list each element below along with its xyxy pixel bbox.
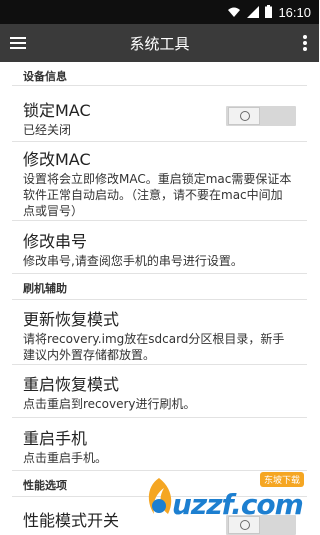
divider [12,85,307,86]
lock-mac-toggle[interactable] [226,106,296,126]
battery-icon [265,3,273,22]
divider [12,299,307,300]
divider [12,273,307,274]
divider [12,220,307,221]
divider [12,417,307,418]
status-bar: 16:10 [0,0,319,24]
settings-list: 设备信息 锁定MAC 已经关闭 修改MAC 设置将会立即修改MAC。重启锁定ma… [0,62,319,535]
watermark-logo-icon [142,476,176,522]
reboot-recovery-title: 重启恢复模式 [23,375,120,394]
modify-mac-title: 修改MAC [23,150,91,169]
section-header-device-info: 设备信息 [23,70,67,83]
signal-icon [247,3,260,22]
watermark-badge: 东坡下载 [260,472,305,487]
reboot-phone-subtitle: 点击重启手机。 [23,451,108,465]
watermark: uzzf.com 东坡下载 [142,470,310,530]
reboot-recovery-subtitle: 点击重启到recovery进行刷机。 [23,397,196,411]
reboot-phone-title: 重启手机 [23,429,88,448]
clock: 16:10 [278,4,311,20]
divider [12,364,307,365]
page-title: 系统工具 [129,35,190,53]
modify-serial-subtitle: 修改串号,请查阅您手机的串号进行设置。 [23,254,243,268]
more-options-icon[interactable] [301,33,309,53]
modify-mac-subtitle: 设置将会立即修改MAC。重启锁定mac需要保证本软件正常自动启动。（注意，请不要… [23,172,292,218]
update-recovery-title: 更新恢复模式 [23,310,120,329]
reboot-recovery-item[interactable]: 重启恢复模式 点击重启到recovery进行刷机。 [23,375,293,412]
section-header-performance: 性能选项 [23,479,67,492]
update-recovery-item[interactable]: 更新恢复模式 请将recovery.img放在sdcard分区根目录，新手建议内… [23,310,293,363]
reboot-phone-item[interactable]: 重启手机 点击重启手机。 [23,429,293,466]
status-icons: 16:10 [227,4,311,20]
modify-mac-item[interactable]: 修改MAC 设置将会立即修改MAC。重启锁定mac需要保证本软件正常自动启动。（… [23,150,293,219]
section-header-flash-assist: 刷机辅助 [23,282,67,295]
modify-serial-item[interactable]: 修改串号 修改串号,请查阅您手机的串号进行设置。 [23,232,293,269]
update-recovery-subtitle: 请将recovery.img放在sdcard分区根目录，新手建议内外置存储都放置… [23,332,285,362]
divider [12,141,307,142]
wifi-icon [227,3,241,22]
watermark-brand: uzzf.com [172,488,304,521]
app-bar: 系统工具 [0,24,319,62]
toggle-knob [228,107,260,125]
modify-serial-title: 修改串号 [23,232,88,251]
